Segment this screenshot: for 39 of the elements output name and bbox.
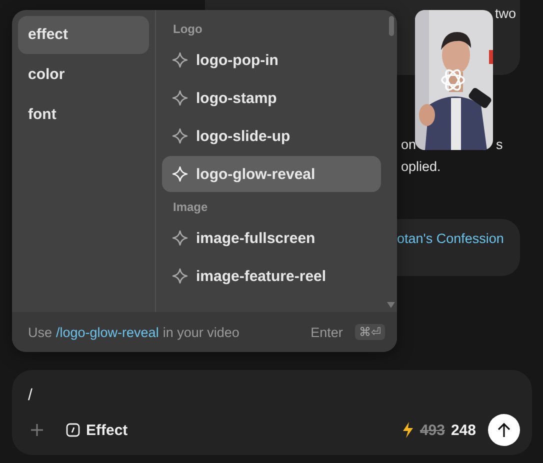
scrollbar[interactable]: [389, 16, 394, 36]
category-item[interactable]: color: [18, 56, 149, 94]
command-item[interactable]: logo-stamp: [162, 80, 381, 116]
credits-count: 248: [450, 422, 476, 438]
command-item[interactable]: logo-glow-reveal: [162, 156, 381, 192]
key-hint: Enter: [310, 324, 343, 340]
plus-icon[interactable]: [30, 423, 44, 437]
group-heading: Image: [172, 199, 209, 216]
prompt-input[interactable]: /: [28, 384, 228, 408]
command-item[interactable]: image-feature-reel: [162, 258, 381, 294]
lightning-icon: [402, 422, 414, 438]
sparkle-icon: [172, 268, 188, 284]
message-text: on: [401, 136, 416, 154]
effect-button[interactable]: Effect: [64, 420, 130, 440]
video-link[interactable]: otan's Confession: [397, 229, 504, 276]
footer-text: in your video: [162, 324, 240, 340]
message-text: oplied.: [401, 158, 441, 176]
command-item[interactable]: logo-slide-up: [162, 118, 381, 154]
sparkle-icon: [172, 90, 188, 106]
scroll-down-icon[interactable]: [387, 302, 395, 308]
footer-text: Use: [28, 324, 52, 340]
category-item[interactable]: effect: [18, 16, 149, 54]
sparkle-icon: [172, 166, 188, 182]
sparkle-icon: [172, 128, 188, 144]
effect-icon: [66, 423, 80, 437]
command-item[interactable]: image-fullscreen: [162, 220, 381, 256]
send-button[interactable]: [488, 414, 520, 446]
message-text: s: [496, 136, 503, 154]
command-name: /logo-glow-reveal: [56, 324, 159, 340]
knot-icon: [440, 67, 466, 93]
old-credits: 493: [420, 422, 445, 438]
sparkle-icon: [172, 230, 188, 246]
group-heading: Logo: [172, 21, 204, 38]
message-text: two: [494, 5, 516, 23]
category-item[interactable]: font: [18, 96, 149, 134]
shortcut-key: ⌘⏎: [354, 324, 385, 340]
arrow-up-icon: [497, 422, 511, 438]
command-item[interactable]: logo-pop-in: [162, 42, 381, 78]
sparkle-icon: [172, 52, 188, 68]
